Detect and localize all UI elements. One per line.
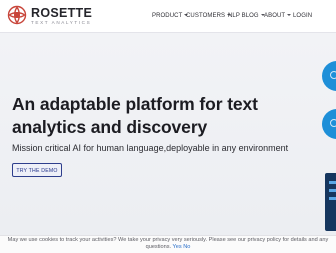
preview-bar [329,197,336,200]
side-preview-tile[interactable] [325,173,336,231]
nav-item-customers[interactable]: CUSTOMERS [186,11,232,21]
preview-bar [329,181,336,184]
nav-item-label: ABOUT [264,13,286,19]
hero-subtitle: Mission critical AI for human language,d… [12,143,289,153]
hero-title: An adaptable platform for text analytics… [12,94,258,137]
side-feature-button[interactable] [322,109,336,139]
side-feature-button[interactable] [322,61,336,91]
nav-item-label: NLP BLOG [228,13,259,19]
nav-item-nlp-blog[interactable]: NLP BLOG [228,11,265,21]
hero-section: An adaptable platform for text analytics… [0,33,336,235]
try-demo-button[interactable]: TRY THE DEMO [12,163,62,177]
logo[interactable]: ROSETTE TEXT ANALYTICS [7,5,127,27]
logo-tagline: TEXT ANALYTICS [31,20,92,25]
nav-item-label: PRODUCT [152,13,183,19]
nav-item-label: CUSTOMERS [186,13,226,19]
nav-item-about[interactable]: ABOUT [264,11,292,21]
chevron-down-icon [287,14,292,16]
preview-bar [329,189,336,192]
cookie-text-end: questions. Yes No [0,244,336,252]
rosette-flower-icon [7,5,27,25]
feature-icon [330,71,336,79]
nav-item-product[interactable]: PRODUCT [152,11,189,21]
cookie-no-link[interactable]: No [183,244,190,250]
nav-item-label: LOGIN [293,13,313,19]
cookie-banner: May we use cookies to track your activit… [0,235,336,253]
cookie-yes-link[interactable]: Yes [173,244,182,250]
feature-icon [330,119,336,127]
cookie-questions-text: questions. [145,244,172,250]
logo-name: ROSETTE [31,6,93,20]
site-header: ROSETTE TEXT ANALYTICS PRODUCT CUSTOMERS… [0,0,336,33]
nav-item-login[interactable]: LOGIN [293,11,312,21]
